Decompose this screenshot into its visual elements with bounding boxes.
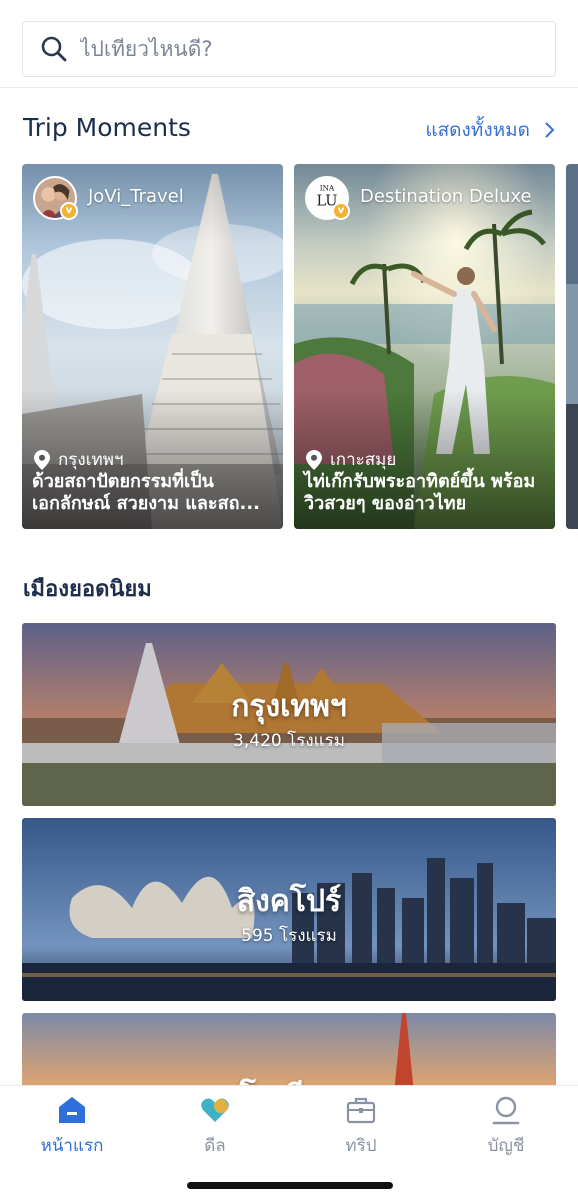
moment-description: ไท่เก๊กรับพระอาทิตย์ขึ้น พร้อมวิวสวยๆ ขอ… [304, 471, 536, 514]
trip-moment-card-peek[interactable] [566, 164, 578, 529]
hotel-count: 595 โรงแรม [241, 926, 337, 946]
author-name[interactable]: Destination Deluxe [360, 186, 532, 207]
city-card-singapore[interactable]: สิงคโปร์ 595 โรงแรม [22, 818, 556, 1001]
nav-deals[interactable]: ดีล [155, 1094, 275, 1159]
account-icon [492, 1096, 520, 1125]
verified-badge-icon: v [60, 202, 78, 220]
verified-badge-icon: v [332, 202, 350, 220]
city-card-bangkok[interactable]: กรุงเทพฯ 3,420 โรงแรม [22, 623, 556, 806]
home-indicator [187, 1182, 393, 1189]
location-pin-icon [34, 449, 50, 470]
location: เกาะสมุย [306, 446, 396, 473]
trip-moment-card[interactable]: INA LU v Destination Deluxe เกาะสมุย ไท่… [294, 164, 555, 529]
popular-cities-title: เมืองยอดนิยม [23, 577, 152, 602]
moment-description: ด้วยสถาปัตยกรรมที่เป็นเอกลักษณ์ สวยงาม แ… [32, 471, 260, 514]
trip-moments-title: Trip Moments [23, 113, 191, 142]
trip-moment-card[interactable]: v JoVi_Travel กรุงเทพฯ ด้วยสถาปัตยกรรมที… [22, 164, 283, 529]
svg-text:INA: INA [320, 184, 335, 193]
nav-label: บัญชี [487, 1136, 525, 1156]
location: กรุงเทพฯ [34, 446, 124, 473]
nav-label: ทริป [345, 1136, 377, 1156]
location-label: กรุงเทพฯ [58, 450, 124, 470]
location-label: เกาะสมุย [330, 450, 397, 470]
search-icon [41, 36, 67, 62]
city-photo [566, 164, 578, 529]
nav-home[interactable]: หน้าแรก [12, 1094, 132, 1159]
nav-trips[interactable]: ทริป [301, 1094, 421, 1159]
search-bar[interactable] [22, 21, 556, 77]
search-header [0, 0, 578, 88]
nav-label: หน้าแรก [40, 1136, 104, 1156]
show-all-link[interactable]: แสดงทั้งหมด [425, 115, 556, 145]
hotel-count: 3,420 โรงแรม [233, 731, 345, 751]
city-name: กรุงเทพฯ [231, 689, 347, 724]
author-name[interactable]: JoVi_Travel [88, 186, 184, 207]
deals-heart-icon [201, 1098, 229, 1122]
city-card-tokyo[interactable]: โตเกียว [22, 1013, 556, 1093]
nav-account[interactable]: บัญชี [446, 1094, 566, 1159]
home-icon [59, 1097, 85, 1123]
location-pin-icon [306, 449, 322, 470]
suitcase-icon [346, 1097, 376, 1124]
show-all-label: แสดงทั้งหมด [425, 119, 530, 141]
nav-label: ดีล [204, 1136, 226, 1156]
city-name: สิงคโปร์ [236, 884, 342, 919]
chevron-right-icon [545, 122, 555, 138]
search-input[interactable] [80, 37, 520, 61]
